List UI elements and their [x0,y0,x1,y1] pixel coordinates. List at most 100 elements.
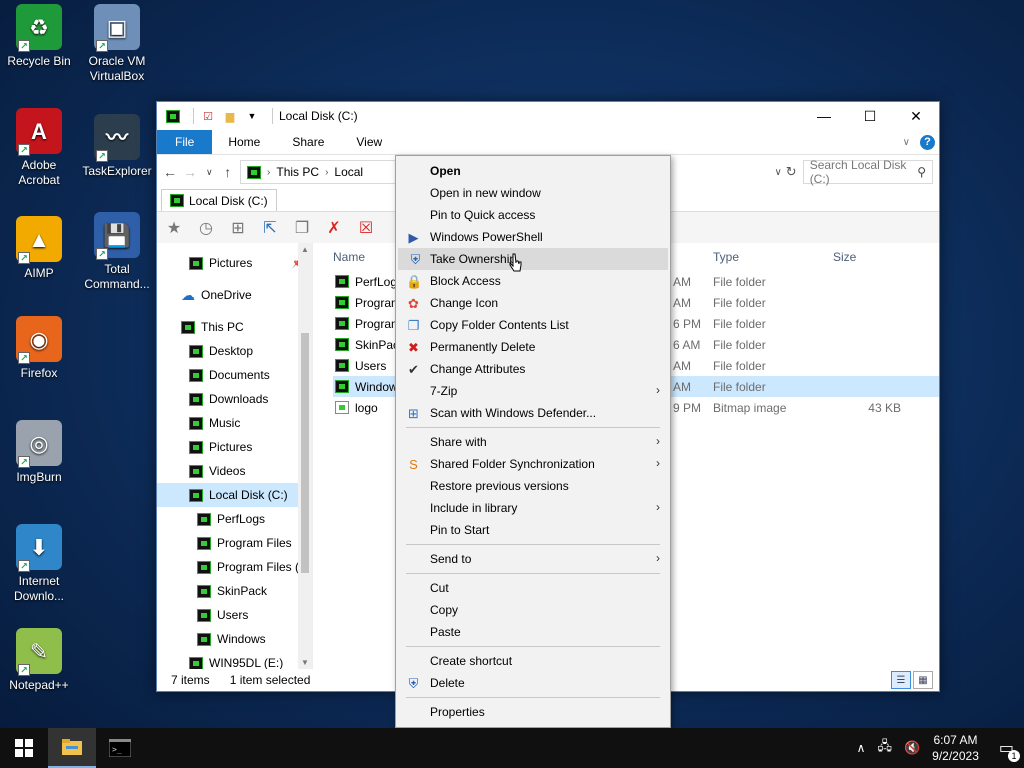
column-name[interactable]: Name [333,250,365,264]
delete-permanently-icon[interactable]: ☒ [355,217,377,239]
address-dropdown-icon[interactable]: ∨ [774,167,781,178]
desktop-icon-taskexplorer[interactable]: 〰 ↗ TaskExplorer [78,114,156,179]
breadcrumb-local[interactable]: Local [334,165,363,179]
nav-item[interactable]: This PC [157,315,312,339]
taskbar-command-prompt[interactable]: >_ [96,728,144,768]
desktop-icon-recycle-bin[interactable]: ♻ ↗ Recycle Bin [0,4,78,69]
nav-item[interactable]: Documents [157,363,312,387]
file-time: 6 AM [673,337,701,352]
menu-item-restore-previous-versions[interactable]: Restore previous versions [396,475,670,497]
nav-item[interactable]: WIN95DL (E:) [157,651,312,669]
desktop-icon-imgburn[interactable]: ◎ ↗ ImgBurn [0,420,78,485]
nav-item[interactable]: Desktop [157,339,312,363]
menu-item-take-ownership[interactable]: ⛨ Take Ownership [398,248,668,270]
search-placeholder: Search Local Disk (C:) [809,158,907,186]
menu-item-pin-to-quick-access[interactable]: Pin to Quick access [396,204,670,226]
tab-file[interactable]: File [157,130,213,154]
menu-item-send-to[interactable]: Send to › [396,548,670,570]
close-button[interactable]: ✕ [893,102,939,130]
search-input[interactable]: Search Local Disk (C:) ⚲ [802,158,934,186]
favorites-star-icon[interactable]: ★ [163,217,185,239]
desktop-icon-total-commander[interactable]: 💾 ↗ Total Command... [78,212,156,292]
start-button[interactable] [0,728,48,768]
details-view-icon[interactable]: ☰ [891,671,911,689]
menu-item-pin-to-start[interactable]: Pin to Start [396,519,670,541]
large-icons-view-icon[interactable]: ▦ [913,671,933,689]
menu-item-include-in-library[interactable]: Include in library › [396,497,670,519]
menu-item-open-in-new-window[interactable]: Open in new window [396,182,670,204]
menu-item-block-access[interactable]: 🔒 Block Access [396,270,670,292]
properties-quick-icon[interactable]: ☑ [200,108,216,124]
maximize-button[interactable]: ☐ [847,102,893,130]
menu-item-create-shortcut[interactable]: Create shortcut [396,650,670,672]
desktop-icon-internet-download-manager[interactable]: ⬇ ↗ Internet Downlo... [0,524,78,604]
tab-local-disk[interactable]: Local Disk (C:) [161,189,277,211]
nav-item[interactable]: Program Files [157,531,312,555]
clock-date: 9/2/2023 [932,749,979,763]
nav-item[interactable]: ☁ OneDrive [157,283,312,307]
chevron-down-icon[interactable]: ▼ [244,108,260,124]
menu-item-share-with[interactable]: Share with › [396,431,670,453]
notification-icon[interactable]: ▭ 1 [999,738,1020,762]
desktop-icon-notepadpp[interactable]: ✎ ↗ Notepad++ [0,628,78,693]
delete-icon[interactable]: ✗ [323,217,345,239]
move-to-icon[interactable]: ⇱ [259,217,281,239]
nav-item[interactable]: Pictures [157,435,312,459]
windows-flag-icon[interactable]: ⊞ [227,217,249,239]
search-icon[interactable]: ⚲ [917,165,926,179]
desktop-icon-firefox[interactable]: ◉ ↗ Firefox [0,316,78,381]
chevron-up-icon[interactable]: ∧ [857,741,866,755]
nav-item[interactable]: Program Files ( [157,555,312,579]
column-type[interactable]: Type [713,250,739,264]
clock[interactable]: 6:07 AM 9/2/2023 [932,732,979,764]
nav-item[interactable]: PerfLogs [157,507,312,531]
minimize-button[interactable]: — [801,102,847,130]
menu-item-properties[interactable]: Properties [396,701,670,723]
shortcut-arrow-icon: ↗ [18,664,30,676]
menu-item-change-attributes[interactable]: ✔ Change Attributes [396,358,670,380]
tab-home[interactable]: Home [212,130,276,154]
desktop-icon-aimp[interactable]: ▲ ↗ AIMP [0,216,78,281]
nav-item[interactable]: Windows [157,627,312,651]
menu-item-change-icon[interactable]: ✿ Change Icon [396,292,670,314]
forward-arrow-icon[interactable]: → [183,164,197,180]
menu-item-delete[interactable]: ⛨ Delete [396,672,670,694]
nav-scrollbar[interactable]: ▲ ▼ [298,243,312,669]
menu-item-open[interactable]: Open [396,160,670,182]
menu-item-7-zip[interactable]: 7-Zip › [396,380,670,402]
refresh-icon[interactable]: ↻ [786,164,797,180]
copy-to-icon[interactable]: ❐ [291,217,313,239]
nav-item[interactable]: Music [157,411,312,435]
tab-share[interactable]: Share [276,130,340,154]
nav-item[interactable]: SkinPack [157,579,312,603]
expand-ribbon-icon[interactable]: ∨ [903,137,910,148]
menu-item-copy[interactable]: Copy [396,599,670,621]
new-folder-quick-icon[interactable]: ▆ [222,108,238,124]
up-arrow-icon[interactable]: ↑ [222,164,235,180]
menu-item-paste[interactable]: Paste [396,621,670,643]
back-arrow-icon[interactable]: ← [163,164,177,180]
menu-item-cut[interactable]: Cut [396,577,670,599]
taskbar-file-explorer[interactable] [48,728,96,768]
help-icon[interactable]: ? [920,134,935,150]
menu-item-windows-powershell[interactable]: ▶ Windows PowerShell [396,226,670,248]
breadcrumb-this-pc[interactable]: This PC [276,165,319,179]
nav-item[interactable]: Videos [157,459,312,483]
nav-item[interactable]: Pictures📌 [157,251,312,275]
history-icon[interactable]: ◷ [195,217,217,239]
nav-item[interactable]: Downloads [157,387,312,411]
menu-item-permanently-delete[interactable]: ✖ Permanently Delete [396,336,670,358]
menu-item-shared-folder-synchronization[interactable]: S Shared Folder Synchronization › [396,453,670,475]
folder-icon [335,317,349,330]
recent-chevron-icon[interactable]: ∨ [203,167,216,178]
menu-item-scan-with-windows-defender[interactable]: ⊞ Scan with Windows Defender... [396,402,670,424]
volume-muted-icon[interactable]: 🔇 [904,740,920,756]
desktop-icon-acrobat[interactable]: A ↗ Adobe Acrobat [0,108,78,188]
network-icon[interactable]: 🖧 [877,737,892,759]
nav-item[interactable]: Users [157,603,312,627]
tab-view[interactable]: View [340,130,398,154]
nav-item[interactable]: Local Disk (C:) [157,483,312,507]
desktop-icon-virtualbox[interactable]: ▣ ↗ Oracle VM VirtualBox [78,4,156,84]
column-size[interactable]: Size [833,250,856,264]
menu-item-copy-folder-contents-list[interactable]: ❐ Copy Folder Contents List [396,314,670,336]
